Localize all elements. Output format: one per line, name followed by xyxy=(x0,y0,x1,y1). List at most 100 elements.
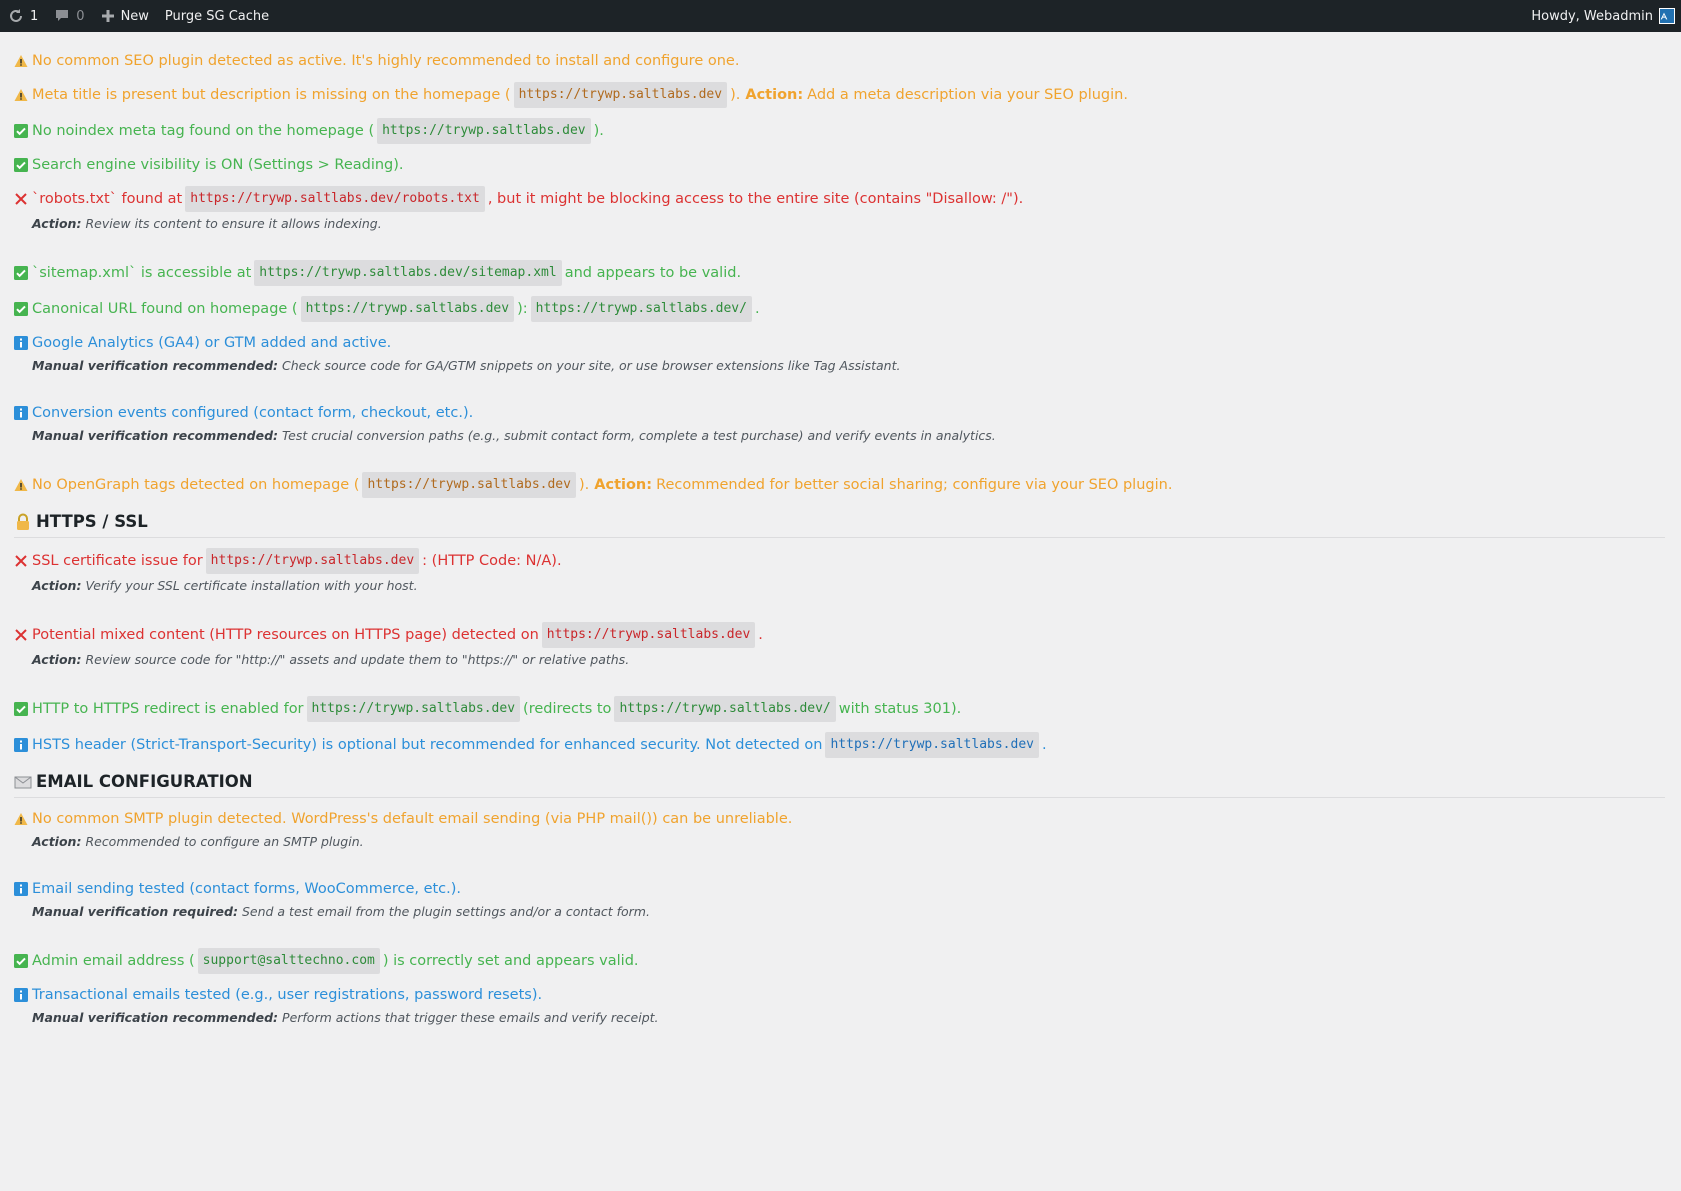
robots-txt-check: `robots.txt` found at https://trywp.salt… xyxy=(14,186,1665,233)
canonical-url-code: https://trywp.saltlabs.dev/ xyxy=(530,296,752,322)
info-icon xyxy=(14,406,28,420)
section-title: EMAIL CONFIGURATION xyxy=(36,772,253,791)
warning-icon xyxy=(14,55,28,67)
url-code: https://trywp.saltlabs.dev xyxy=(377,118,591,144)
action-label: Action: xyxy=(594,477,653,493)
url-code: https://trywp.saltlabs.dev xyxy=(205,548,420,574)
check-text: HSTS header (Strict-Transport-Security) … xyxy=(32,737,823,753)
check-icon xyxy=(14,124,28,138)
url-code: https://trywp.saltlabs.dev xyxy=(362,472,576,498)
note-text: Recommended to configure an SMTP plugin. xyxy=(85,834,364,849)
check-text: Google Analytics (GA4) or GTM added and … xyxy=(32,335,392,351)
check-text-mid: ). xyxy=(578,477,590,493)
cross-icon xyxy=(15,555,27,567)
check-text-mid: ): xyxy=(517,301,528,317)
action-note: Action: Verify your SSL certificate inst… xyxy=(14,577,1665,595)
check-text: Canonical URL found on homepage ( xyxy=(32,301,298,317)
note-text: Review its content to ensure it allows i… xyxy=(85,216,382,231)
info-icon xyxy=(14,738,28,752)
check-text: No common SEO plugin detected as active.… xyxy=(32,53,740,69)
noindex-check: No noindex meta tag found on the homepag… xyxy=(14,118,1665,144)
meta-description-check: Meta title is present but description is… xyxy=(14,82,1665,108)
new-label: New xyxy=(120,8,149,24)
note-text: Verify your SSL certificate installation… xyxy=(85,578,418,593)
note-text: Check source code for GA/GTM snippets on… xyxy=(282,358,901,373)
note-label: Manual verification recommended: xyxy=(32,358,279,373)
note-label: Action: xyxy=(32,652,82,667)
howdy-label: Howdy, Webadmin xyxy=(1531,8,1653,24)
check-icon xyxy=(14,954,28,968)
check-text-end: : (HTTP Code: N/A). xyxy=(422,553,562,569)
plus-icon xyxy=(101,10,114,22)
note-label: Manual verification recommended: xyxy=(32,1010,279,1025)
email-code: support@salttechno.com xyxy=(197,948,380,974)
check-text-end: . xyxy=(1041,737,1047,753)
check-text-end: ). xyxy=(593,123,604,139)
check-icon xyxy=(14,702,28,716)
admin-bar: 1 0 New Purge SG Cache Howdy, Webadmin xyxy=(0,0,1681,32)
check-text: Search engine visibility is ON (Settings… xyxy=(32,157,404,173)
action-note: Action: Review its content to ensure it … xyxy=(14,215,1665,233)
audit-report: No common SEO plugin detected as active.… xyxy=(0,32,1681,1027)
new-content-button[interactable]: New xyxy=(93,0,157,32)
section-https-ssl: HTTPS / SSL xyxy=(14,512,1665,538)
url-code: https://trywp.saltlabs.dev xyxy=(306,696,521,722)
check-text-end: , but it might be blocking access to the… xyxy=(487,191,1024,207)
check-text: Transactional emails tested (e.g., user … xyxy=(32,987,543,1003)
check-text-end: ) is correctly set and appears valid. xyxy=(382,953,639,969)
my-account-menu[interactable]: Howdy, Webadmin xyxy=(1523,0,1681,32)
envelope-icon xyxy=(14,776,32,788)
url-code: https://trywp.saltlabs.dev/robots.txt xyxy=(185,186,485,212)
note-text: Perform actions that trigger these email… xyxy=(282,1010,659,1025)
section-email-configuration: EMAIL CONFIGURATION xyxy=(14,772,1665,798)
url-code: https://trywp.saltlabs.dev xyxy=(825,732,1039,758)
url-code: https://trywp.saltlabs.dev/sitemap.xml xyxy=(254,260,562,286)
updates-button[interactable]: 1 xyxy=(0,0,46,32)
warning-icon xyxy=(14,89,28,101)
analytics-check: Google Analytics (GA4) or GTM added and … xyxy=(14,332,1665,375)
action-note: Action: Recommended to configure an SMTP… xyxy=(14,833,1665,851)
note-label: Manual verification recommended: xyxy=(32,428,279,443)
note-text: Test crucial conversion paths (e.g., sub… xyxy=(282,428,996,443)
warning-icon xyxy=(14,813,28,825)
check-text: No common SMTP plugin detected. WordPres… xyxy=(32,811,793,827)
check-text-end: . xyxy=(754,301,760,317)
lock-icon xyxy=(17,513,29,530)
verification-note: Manual verification recommended: Check s… xyxy=(14,357,1665,375)
check-text: No noindex meta tag found on the homepag… xyxy=(32,123,375,139)
check-text-end: and appears to be valid. xyxy=(564,265,742,281)
purge-cache-button[interactable]: Purge SG Cache xyxy=(157,0,277,32)
sitemap-check: `sitemap.xml` is accessible at https://t… xyxy=(14,260,1665,286)
check-icon xyxy=(14,302,28,316)
check-icon xyxy=(14,158,28,172)
check-text-end: with status 301). xyxy=(838,701,962,717)
check-text-mid: (redirects to xyxy=(523,701,612,717)
note-label: Action: xyxy=(32,578,82,593)
https-redirect-check: HTTP to HTTPS redirect is enabled for ht… xyxy=(14,696,1665,722)
admin-email-check: Admin email address ( support@salttechno… xyxy=(14,948,1665,974)
check-text: Potential mixed content (HTTP resources … xyxy=(32,627,539,643)
note-label: Action: xyxy=(32,834,82,849)
check-text-mid: ). xyxy=(730,87,741,103)
note-text: Send a test email from the plugin settin… xyxy=(241,904,650,919)
mixed-content-check: Potential mixed content (HTTP resources … xyxy=(14,622,1665,669)
redirect-url-code: https://trywp.saltlabs.dev/ xyxy=(614,696,836,722)
verification-note: Manual verification required: Send a tes… xyxy=(14,903,1665,921)
avatar xyxy=(1659,8,1675,24)
ssl-certificate-check: SSL certificate issue for https://trywp.… xyxy=(14,548,1665,595)
hsts-check: HSTS header (Strict-Transport-Security) … xyxy=(14,732,1665,758)
seo-plugin-check: No common SEO plugin detected as active.… xyxy=(14,50,1665,72)
comments-button[interactable]: 0 xyxy=(46,0,92,32)
cross-icon xyxy=(15,193,27,205)
verification-note: Manual verification recommended: Perform… xyxy=(14,1009,1665,1027)
action-text: Recommended for better social sharing; c… xyxy=(656,477,1173,493)
info-icon xyxy=(14,336,28,350)
transactional-emails-check: Transactional emails tested (e.g., user … xyxy=(14,984,1665,1027)
section-title: HTTPS / SSL xyxy=(36,512,148,531)
note-label: Manual verification required: xyxy=(32,904,238,919)
check-text: Conversion events configured (contact fo… xyxy=(32,405,474,421)
conversion-events-check: Conversion events configured (contact fo… xyxy=(14,402,1665,445)
action-note: Action: Review source code for "http://"… xyxy=(14,651,1665,669)
check-text: No OpenGraph tags detected on homepage ( xyxy=(32,477,360,493)
check-text: SSL certificate issue for xyxy=(32,553,203,569)
